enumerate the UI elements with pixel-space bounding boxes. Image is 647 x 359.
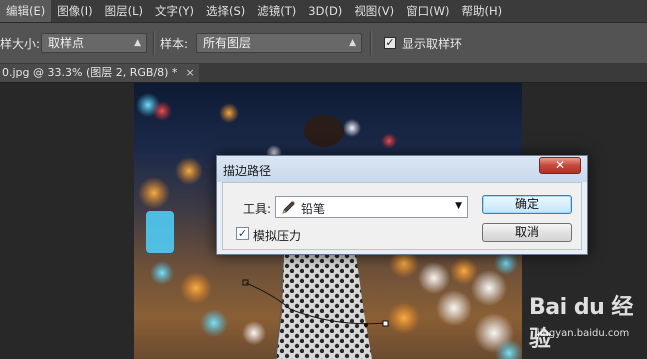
sample-arrow-icon: ▲: [349, 38, 356, 48]
watermark-brand: Bai du 经验: [529, 295, 633, 352]
tool-value: 铅笔: [301, 202, 326, 216]
pressure-check-icon: ✓: [237, 227, 248, 240]
sample-size-value: 取样点: [48, 36, 85, 50]
simulate-pressure-label: 模拟压力: [253, 229, 302, 243]
menu-item[interactable]: 视图(V): [348, 0, 400, 22]
document-tab-bar: 0.jpg @ 33.3% (图层 2, RGB/8) * ×: [0, 64, 647, 83]
document-tab-title: 0.jpg @ 33.3% (图层 2, RGB/8) *: [2, 66, 178, 79]
dialog-titlebar[interactable]: 描边路径 ✕: [217, 156, 587, 182]
simulate-pressure-checkbox[interactable]: ✓: [236, 227, 249, 240]
dialog-title: 描边路径: [223, 164, 272, 178]
menu-item[interactable]: 编辑(E): [0, 0, 52, 22]
menu-item[interactable]: 选择(S): [200, 0, 251, 22]
tab-close-icon[interactable]: ×: [185, 66, 194, 79]
document-tab[interactable]: 0.jpg @ 33.3% (图层 2, RGB/8) * ×: [0, 64, 199, 82]
menu-item[interactable]: 文字(Y): [149, 0, 200, 22]
sample-select[interactable]: 所有图层 ▲: [196, 33, 362, 53]
tool-label: 工具:: [243, 202, 272, 216]
show-ring-label: 显示取样环: [402, 37, 463, 51]
dialog-close-button[interactable]: ✕: [539, 157, 581, 174]
sample-label: 样本:: [160, 37, 189, 51]
options-separator: [153, 31, 155, 55]
watermark-url: jingyan.baidu.com: [537, 328, 630, 339]
sample-value: 所有图层: [203, 36, 252, 50]
pencil-icon: [282, 201, 295, 214]
close-icon: ✕: [554, 158, 566, 172]
ok-button[interactable]: 确定: [482, 195, 572, 214]
menu-item[interactable]: 图像(I): [51, 0, 98, 22]
options-separator: [370, 31, 372, 55]
sample-size-arrow-icon: ▲: [134, 38, 141, 48]
cancel-button[interactable]: 取消: [482, 223, 572, 242]
menu-item[interactable]: 图层(L): [99, 0, 149, 22]
show-ring-checkbox[interactable]: ✓: [384, 37, 396, 49]
options-bar: 样大小: 取样点 ▲ 样本: 所有图层 ▲ ✓ 显示取样环: [0, 23, 647, 64]
sample-size-select[interactable]: 取样点 ▲: [41, 33, 147, 53]
menu-bar: 编辑(E) 图像(I) 图层(L) 文字(Y) 选择(S) 滤镜(T) 3D(D) 视图(V)…: [0, 0, 647, 23]
stroke-path-dialog: 描边路径 ✕ 工具: 铅笔 ▼ ✓ 模拟压力 确定 取消: [216, 155, 588, 255]
chevron-down-icon: ▼: [455, 201, 462, 211]
sample-size-label: 样大小:: [0, 37, 41, 51]
baidu-watermark: Bai du 经验 jingyan.baidu.com: [525, 287, 643, 355]
tool-select[interactable]: 铅笔 ▼: [275, 196, 468, 218]
menu-item[interactable]: 窗口(W): [400, 0, 455, 22]
show-ring-check-icon: ✓: [385, 36, 395, 49]
menu-item[interactable]: 滤镜(T): [251, 0, 302, 22]
menu-item[interactable]: 3D(D): [302, 0, 348, 22]
menu-item[interactable]: 帮助(H): [456, 0, 509, 22]
